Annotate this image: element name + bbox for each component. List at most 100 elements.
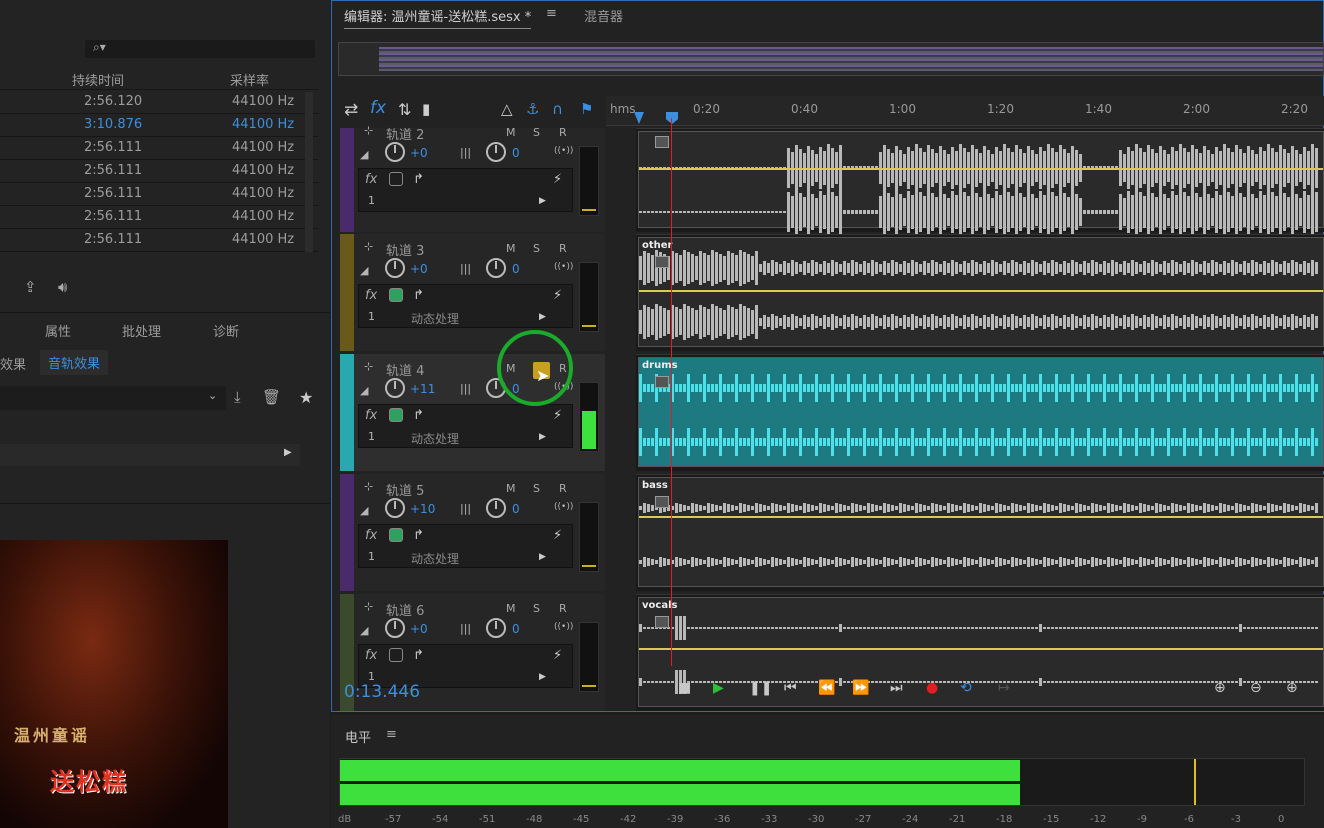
power-icon[interactable] (389, 172, 403, 186)
lightning-icon[interactable]: ⚡ (553, 528, 562, 543)
volume-value[interactable]: +0 (410, 146, 428, 160)
volume-envelope[interactable] (639, 648, 1323, 650)
clip-fx-icon[interactable] (655, 616, 669, 628)
pre-post-icon[interactable]: ↱ (413, 408, 424, 423)
volume-value[interactable]: +11 (410, 382, 435, 396)
solo-button[interactable]: S (533, 602, 540, 615)
marker-icon[interactable]: ⚑ (580, 100, 593, 118)
switch-icon[interactable]: ⇄ (344, 100, 358, 120)
lightning-icon[interactable]: ⚡ (553, 288, 562, 303)
lightning-icon[interactable]: ⚡ (553, 172, 562, 187)
power-icon[interactable] (389, 648, 403, 662)
fx-rack[interactable]: fx ↱ ⚡ 1 动态处理 ▶ (358, 404, 573, 448)
subtab-effects[interactable]: 效果 (0, 354, 26, 373)
fast-forward-button[interactable]: ⏩ (852, 680, 869, 696)
fx-rack[interactable]: fx ↱ ⚡ 1 动态处理 ▶ (358, 284, 573, 328)
column-duration[interactable]: 持续时间 (72, 70, 124, 89)
volume-envelope[interactable] (639, 516, 1323, 518)
file-row[interactable]: 2:56.111 44100 Hz (0, 229, 318, 252)
pan-knob[interactable] (486, 498, 506, 518)
sends-icon[interactable]: ⇅ (398, 100, 411, 119)
menu-icon[interactable]: ≡ (386, 727, 397, 742)
effect-rack-row[interactable]: ▶ (0, 444, 300, 466)
track-name[interactable]: 轨道 2 (386, 124, 424, 143)
audio-clip[interactable]: other (638, 237, 1324, 347)
volume-value[interactable]: +10 (410, 502, 435, 516)
track-header[interactable]: ⊹ 轨道 5 M S R ◢ +10 ||| 0 ((•)) fx ↱ ⚡ 1 … (340, 474, 605, 591)
pre-post-icon[interactable]: ↱ (413, 528, 424, 543)
volume-knob[interactable] (385, 378, 405, 398)
mute-button[interactable]: M (506, 602, 516, 615)
pan-value[interactable]: 0 (512, 262, 520, 276)
time-display[interactable]: 0:13.446 (344, 682, 420, 702)
search-input[interactable]: ⌕▾ (85, 40, 315, 58)
volume-envelope[interactable] (639, 168, 1323, 170)
lightning-icon[interactable]: ⚡ (553, 648, 562, 663)
record-arm-button[interactable]: R (559, 482, 567, 495)
pause-button[interactable]: ❚❚ (749, 680, 772, 696)
volume-value[interactable]: +0 (410, 622, 428, 636)
lightning-icon[interactable]: ⚡ (553, 408, 562, 423)
pan-value[interactable]: 0 (512, 622, 520, 636)
solo-button[interactable]: S (533, 242, 540, 255)
tab-diagnostics[interactable]: 诊断 (213, 321, 239, 340)
volume-knob[interactable] (385, 498, 405, 518)
track-header[interactable]: ⊹ 轨道 2 M S R ◢ +0 ||| 0 ((•)) fx ↱ ⚡ 1 ▶ (340, 124, 605, 232)
pre-post-icon[interactable]: ↱ (413, 172, 424, 187)
track-lane[interactable]: drums (636, 354, 1324, 471)
pan-knob[interactable] (486, 258, 506, 278)
mute-button[interactable]: M (506, 242, 516, 255)
eq-icon[interactable]: ▮ (422, 100, 430, 118)
record-arm-button[interactable]: R (559, 602, 567, 615)
audio-clip[interactable] (638, 131, 1324, 236)
volume-envelope[interactable] (639, 408, 1323, 410)
headphones-icon[interactable]: ∩ (552, 100, 563, 118)
file-row[interactable]: 2:56.111 44100 Hz (0, 206, 318, 229)
stop-button[interactable]: ■ (678, 680, 691, 696)
fx-icon[interactable]: fx (370, 98, 386, 118)
scrollbar[interactable] (305, 92, 313, 252)
fx-rack[interactable]: fx ↱ ⚡ 1 动态处理 ▶ (358, 524, 573, 568)
fx-rack[interactable]: fx ↱ ⚡ 1 ▶ (358, 168, 573, 212)
loop-button[interactable]: ⟲ (960, 680, 972, 696)
session-overview[interactable] (338, 42, 1324, 76)
subtab-track-effects[interactable]: 音轨效果 (40, 350, 109, 375)
pan-knob[interactable] (486, 618, 506, 638)
volume-value[interactable]: +0 (410, 262, 428, 276)
menu-icon[interactable]: ≡ (546, 6, 557, 21)
volume-knob[interactable] (385, 142, 405, 162)
pan-value[interactable]: 0 (512, 502, 520, 516)
volume-envelope[interactable] (639, 290, 1323, 292)
clip-fx-icon[interactable] (655, 376, 669, 388)
mute-button[interactable]: M (506, 126, 516, 139)
solo-button[interactable]: S (533, 126, 540, 139)
tab-batch[interactable]: 批处理 (122, 321, 161, 340)
record-arm-button[interactable]: R (559, 242, 567, 255)
play-button[interactable]: ▶ (713, 680, 724, 696)
tab-mixer[interactable]: 混音器 (584, 6, 623, 25)
pre-post-icon[interactable]: ↱ (413, 648, 424, 663)
file-row[interactable]: 2:56.111 44100 Hz (0, 183, 318, 206)
skip-button[interactable]: ↦ (998, 680, 1010, 696)
file-row[interactable]: 2:56.111 44100 Hz (0, 160, 318, 183)
zoom-out-amplitude-icon[interactable]: ⊖ (1250, 680, 1262, 696)
track-name[interactable]: 轨道 6 (386, 600, 424, 619)
clip-fx-icon[interactable] (655, 256, 669, 268)
metronome-icon[interactable]: △ (501, 100, 513, 118)
export-icon[interactable]: ⇪ (24, 278, 37, 296)
go-to-start-button[interactable]: ⏮ (784, 680, 797, 696)
track-name[interactable]: 轨道 4 (386, 360, 424, 379)
audio-clip[interactable]: drums (638, 357, 1324, 467)
zoom-in-amplitude-icon[interactable]: ⊕ (1214, 680, 1226, 696)
record-arm-button[interactable]: R (559, 126, 567, 139)
clip-fx-icon[interactable] (655, 136, 669, 148)
volume-knob[interactable] (385, 258, 405, 278)
star-icon[interactable]: ★ (299, 388, 313, 407)
power-icon[interactable] (389, 408, 403, 422)
power-icon[interactable] (389, 288, 403, 302)
power-icon[interactable] (389, 528, 403, 542)
track-header[interactable]: ⊹ 轨道 3 M S R ◢ +0 ||| 0 ((•)) fx ↱ ⚡ 1 动… (340, 234, 605, 351)
preset-dropdown[interactable]: ⌄ (0, 386, 226, 410)
pre-post-icon[interactable]: ↱ (413, 288, 424, 303)
solo-button[interactable]: S (533, 482, 540, 495)
